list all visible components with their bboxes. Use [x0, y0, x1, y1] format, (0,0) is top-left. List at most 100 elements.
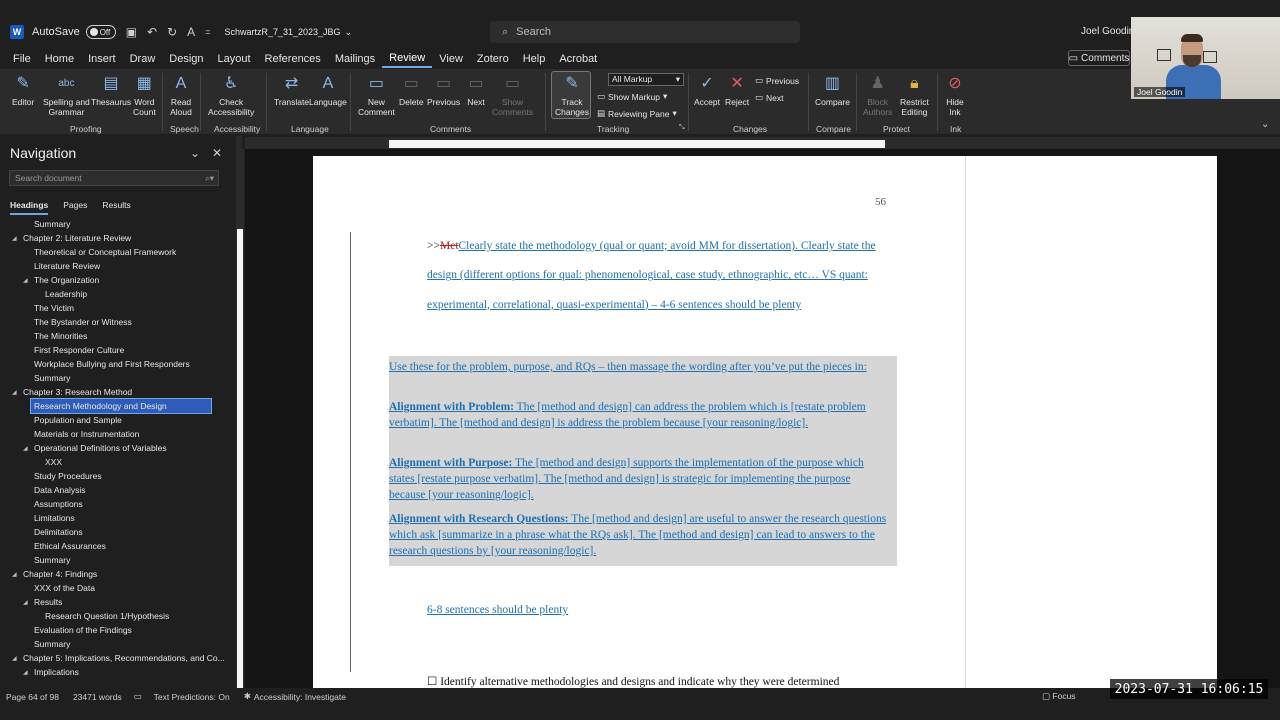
- markup-select[interactable]: All Markup ▾: [608, 73, 684, 86]
- title-chevron-icon[interactable]: ⌄: [345, 27, 353, 38]
- editor-button[interactable]: ✎ Editor: [12, 73, 34, 108]
- next-change-button[interactable]: ▭ Next: [755, 92, 784, 103]
- search-box[interactable]: ⌕ Search: [490, 21, 800, 43]
- check-accessibility-button[interactable]: ♿ Check Accessibility: [208, 73, 254, 118]
- expand-caret-icon[interactable]: ◢: [12, 655, 17, 662]
- read-aloud-qa-icon[interactable]: A: [187, 25, 195, 39]
- nav-heading-item[interactable]: XXX of the Data: [34, 581, 95, 595]
- tab-headings[interactable]: Headings: [10, 200, 49, 215]
- text-predictions[interactable]: Text Predictions: On: [154, 692, 230, 702]
- nav-heading-item[interactable]: The Organization: [34, 273, 99, 287]
- nav-heading-item[interactable]: Summary: [34, 637, 70, 651]
- document-title[interactable]: SchwartzR_7_31_2023_JBG: [224, 27, 340, 37]
- document-page[interactable]: 56 >>MetClearly state the methodology (q…: [313, 156, 965, 688]
- nav-heading-item[interactable]: Data Analysis: [34, 483, 86, 497]
- expand-caret-icon[interactable]: ◢: [23, 599, 28, 606]
- nav-heading-item[interactable]: The Victim: [34, 301, 74, 315]
- word-count-button[interactable]: ▦ Word Count: [133, 73, 156, 118]
- expand-caret-icon[interactable]: ◢: [23, 669, 28, 676]
- nav-heading-item[interactable]: Evaluation of the Findings: [34, 623, 132, 637]
- horizontal-ruler[interactable]: [245, 137, 1280, 149]
- redo-icon[interactable]: ↻: [167, 25, 177, 39]
- restrict-editing-button[interactable]: 🔒︎ Restrict Editing: [900, 73, 929, 118]
- nav-heading-item[interactable]: Theoretical or Conceptual Framework: [34, 245, 176, 259]
- expand-caret-icon[interactable]: ◢: [23, 445, 28, 452]
- nav-heading-item[interactable]: Operational Definitions of Variables: [34, 441, 167, 455]
- reviewing-pane-button[interactable]: ▤ Reviewing Pane ▾: [597, 108, 677, 119]
- delete-comment-button[interactable]: ▭ Delete: [399, 73, 424, 108]
- nav-heading-item[interactable]: Study Procedures: [34, 469, 102, 483]
- spelling-grammar-button[interactable]: abc Spelling and Grammar: [43, 73, 90, 118]
- expand-caret-icon[interactable]: ◢: [12, 571, 17, 578]
- ribbon-collapse-icon[interactable]: ⌄: [1261, 119, 1269, 130]
- proofing-status-icon[interactable]: ▭: [134, 691, 142, 702]
- nav-heading-item[interactable]: Materials or Instrumentation: [34, 427, 139, 441]
- user-name[interactable]: Joel Goodin: [1081, 26, 1134, 37]
- translate-button[interactable]: ⇄ Translate: [274, 73, 309, 108]
- word-count[interactable]: 23471 words: [73, 692, 122, 702]
- menu-design[interactable]: Design: [162, 51, 210, 67]
- next-comment-button[interactable]: ▭ Next: [465, 73, 487, 108]
- nav-heading-item[interactable]: Ethical Assurances: [34, 539, 106, 553]
- alternatives-item[interactable]: ☐ Identify alternative methodologies and…: [427, 674, 839, 688]
- focus-button[interactable]: ▢ Focus: [1042, 691, 1076, 702]
- nav-heading-item[interactable]: Summary: [34, 217, 70, 231]
- save-icon[interactable]: ▣: [126, 25, 137, 39]
- menu-draw[interactable]: Draw: [123, 51, 163, 67]
- expand-caret-icon[interactable]: ◢: [12, 235, 17, 242]
- close-icon[interactable]: ✕: [212, 146, 222, 160]
- undo-icon[interactable]: ↶: [147, 25, 157, 39]
- menu-view[interactable]: View: [432, 51, 470, 67]
- nav-heading-item[interactable]: The Minorities: [34, 329, 87, 343]
- nav-heading-item[interactable]: Workplace Bullying and First Responders: [34, 357, 190, 371]
- compare-button[interactable]: ▥ Compare: [815, 73, 850, 108]
- tab-pages[interactable]: Pages: [63, 200, 87, 215]
- menu-insert[interactable]: Insert: [81, 51, 123, 67]
- nav-heading-item[interactable]: Assumptions: [34, 497, 83, 511]
- previous-change-button[interactable]: ▭ Previous: [755, 75, 799, 86]
- menu-review[interactable]: Review: [382, 50, 433, 68]
- nav-heading-item[interactable]: Chapter 4: Findings: [23, 567, 97, 581]
- menu-mailings[interactable]: Mailings: [328, 51, 382, 67]
- vertical-ruler[interactable]: [236, 149, 244, 689]
- tracking-launcher-icon[interactable]: ⤡: [679, 124, 685, 132]
- previous-comment-button[interactable]: ▭ Previous: [427, 73, 460, 108]
- nav-heading-item[interactable]: Summary: [34, 371, 70, 385]
- alignment-purpose-paragraph[interactable]: Alignment with Purpose: The [method and …: [389, 455, 889, 503]
- reject-button[interactable]: ✕ Reject: [725, 73, 749, 108]
- chevron-down-icon[interactable]: ⌄: [190, 146, 200, 160]
- navigation-search-input[interactable]: Search document ⌕▾: [9, 170, 219, 186]
- alignment-problem-paragraph[interactable]: Alignment with Problem: The [method and …: [389, 399, 889, 431]
- nav-heading-item[interactable]: Research Methodology and Design: [30, 398, 212, 414]
- nav-heading-item[interactable]: Leadership: [45, 287, 87, 301]
- autosave-toggle[interactable]: Off: [85, 25, 116, 39]
- sentence-count-note[interactable]: 6-8 sentences should be plenty: [427, 604, 568, 616]
- nav-heading-item[interactable]: First Responder Culture: [34, 343, 124, 357]
- search-icon[interactable]: ⌕▾: [205, 171, 214, 185]
- nav-heading-item[interactable]: Chapter 3: Research Method: [23, 385, 132, 399]
- document-area[interactable]: 56 >>MetClearly state the methodology (q…: [245, 149, 1280, 688]
- menu-acrobat[interactable]: Acrobat: [552, 51, 604, 67]
- nav-heading-item[interactable]: Results: [34, 595, 62, 609]
- nav-heading-item[interactable]: Delimitations: [34, 525, 83, 539]
- nav-heading-item[interactable]: Population and Sample: [34, 413, 122, 427]
- nav-heading-item[interactable]: Literature Review: [34, 259, 100, 273]
- show-markup-button[interactable]: ▭ Show Markup ▾: [597, 91, 667, 102]
- menu-layout[interactable]: Layout: [211, 51, 258, 67]
- nav-heading-item[interactable]: Chapter 5: Implications, Recommendations…: [23, 651, 225, 665]
- new-comment-button[interactable]: ▭ New Comment: [358, 73, 395, 118]
- menu-file[interactable]: File: [6, 51, 38, 67]
- alignment-rq-paragraph[interactable]: Alignment with Research Questions: The […: [389, 511, 889, 559]
- expand-caret-icon[interactable]: ◢: [12, 389, 17, 396]
- checkbox-icon[interactable]: ☐: [427, 676, 437, 688]
- comments-button[interactable]: ▭ Comments: [1068, 50, 1130, 66]
- methodology-paragraph[interactable]: >>MetClearly state the methodology (qual…: [427, 232, 887, 320]
- show-comments-button[interactable]: ▭ Show Comments: [492, 73, 533, 118]
- customize-qa-icon[interactable]: =: [205, 27, 210, 37]
- accessibility-status[interactable]: Accessibility: Investigate: [254, 692, 346, 702]
- page-indicator[interactable]: Page 64 of 98: [6, 692, 59, 702]
- thesaurus-button[interactable]: ▤ Thesaurus: [91, 73, 131, 108]
- menu-zotero[interactable]: Zotero: [470, 51, 516, 67]
- menu-home[interactable]: Home: [38, 51, 81, 67]
- nav-heading-item[interactable]: Research Question 1/Hypothesis: [45, 609, 169, 623]
